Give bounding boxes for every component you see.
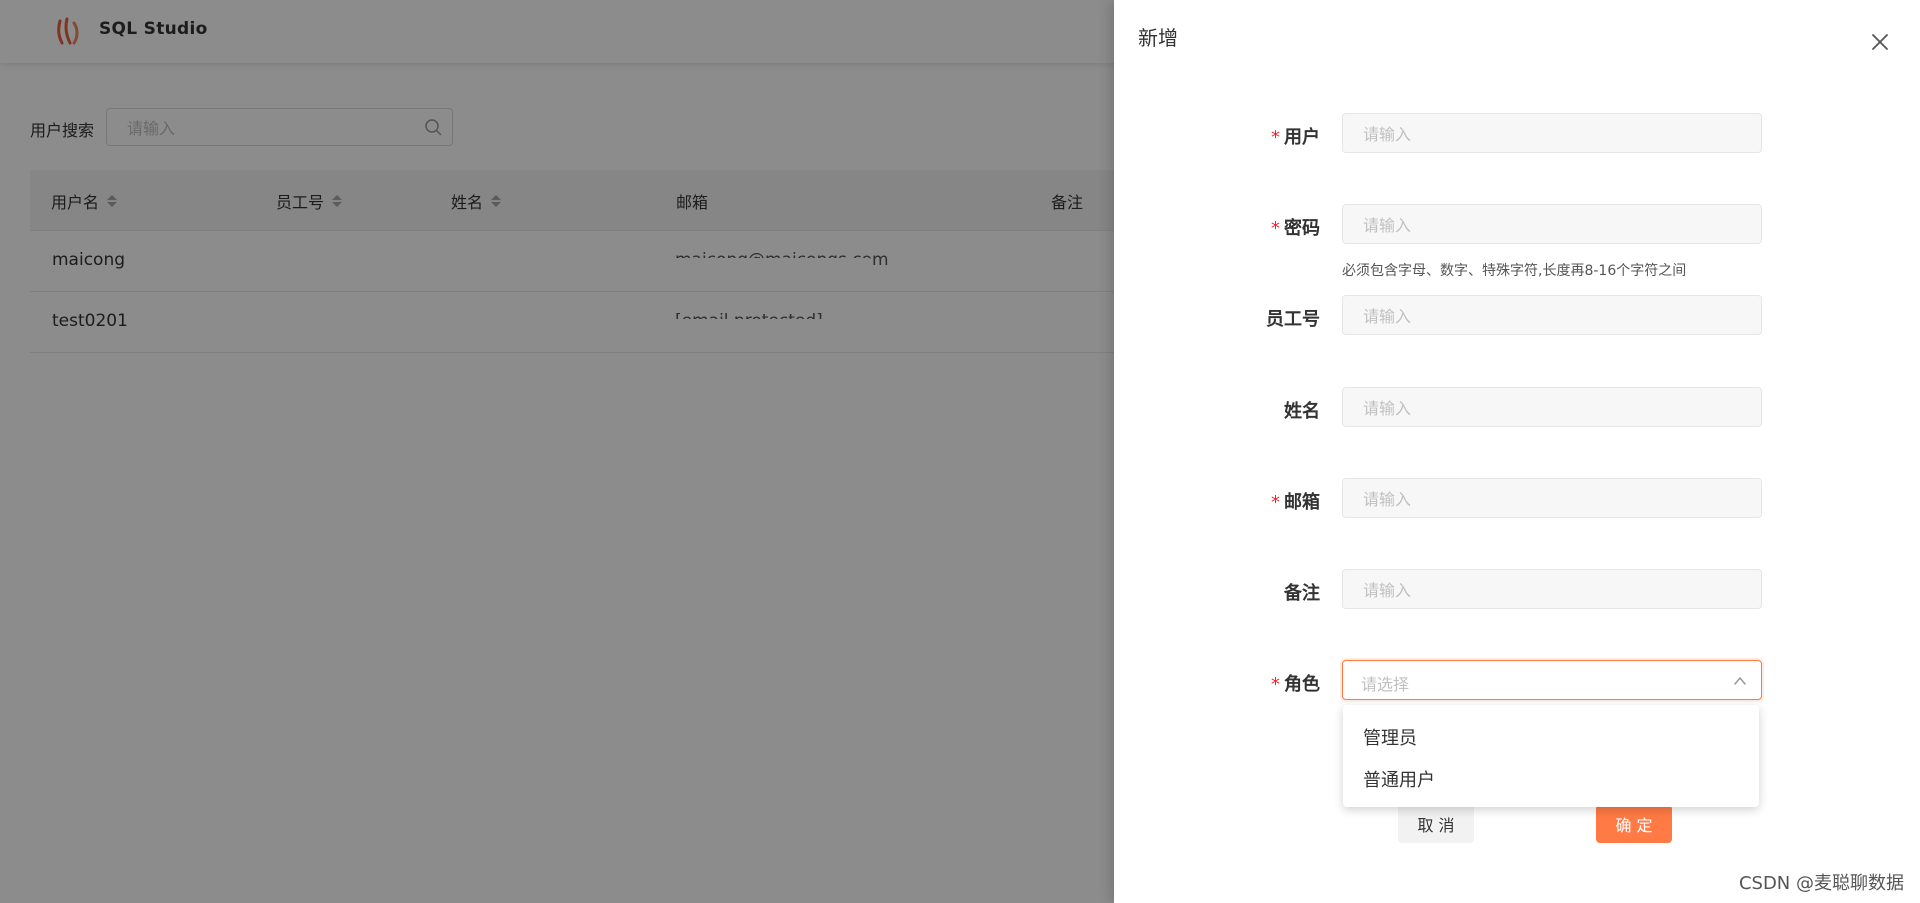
required-mark: *	[1271, 674, 1280, 695]
confirm-button[interactable]: 确 定	[1596, 805, 1672, 843]
email-field[interactable]	[1342, 478, 1762, 519]
email-input[interactable]	[1361, 479, 1745, 519]
name-input[interactable]	[1361, 388, 1745, 428]
user-field[interactable]	[1342, 113, 1762, 154]
form-row-role: * 角色 请选择	[1114, 660, 1920, 704]
close-icon[interactable]	[1870, 32, 1890, 52]
role-select-placeholder: 请选择	[1361, 675, 1410, 694]
user-input[interactable]	[1361, 114, 1745, 154]
password-input[interactable]	[1361, 205, 1745, 245]
employee-no-field[interactable]	[1342, 295, 1762, 336]
cancel-button[interactable]: 取 消	[1398, 805, 1474, 843]
role-option-normal-user[interactable]: 普通用户	[1363, 766, 1435, 792]
field-label-user: * 用户	[1271, 127, 1320, 148]
chevron-up-icon[interactable]	[1733, 674, 1747, 688]
field-label-email: * 邮箱	[1271, 492, 1320, 513]
field-label-remark: 备注	[1284, 583, 1320, 604]
password-field[interactable]	[1342, 204, 1762, 245]
form-row-password: * 密码 必须包含字母、数字、特殊字符,长度再8-16个字符之间	[1114, 204, 1920, 284]
field-label-role: * 角色	[1271, 674, 1320, 695]
remark-field[interactable]	[1342, 569, 1762, 610]
form-row-employee-no: 员工号	[1114, 295, 1920, 339]
drawer-title: 新增	[1138, 26, 1178, 50]
employee-no-input[interactable]	[1361, 296, 1745, 336]
remark-input[interactable]	[1361, 570, 1745, 610]
field-label-employee-no: 员工号	[1266, 309, 1320, 330]
name-field[interactable]	[1342, 387, 1762, 428]
required-mark: *	[1271, 127, 1280, 148]
required-mark: *	[1271, 492, 1280, 513]
required-mark: *	[1271, 218, 1280, 239]
form-row-remark: 备注	[1114, 569, 1920, 613]
form-row-email: * 邮箱	[1114, 478, 1920, 522]
field-label-password: * 密码	[1271, 218, 1320, 239]
role-dropdown-menu: 管理员 普通用户	[1343, 705, 1759, 807]
password-hint: 必须包含字母、数字、特殊字符,长度再8-16个字符之间	[1342, 263, 1687, 279]
form-row-name: 姓名	[1114, 387, 1920, 431]
field-label-name: 姓名	[1284, 401, 1320, 422]
role-option-admin[interactable]: 管理员	[1363, 724, 1417, 750]
form-row-user: * 用户	[1114, 113, 1920, 157]
role-select[interactable]: 请选择	[1342, 660, 1762, 700]
watermark: CSDN @麦聪聊数据	[1738, 873, 1904, 894]
